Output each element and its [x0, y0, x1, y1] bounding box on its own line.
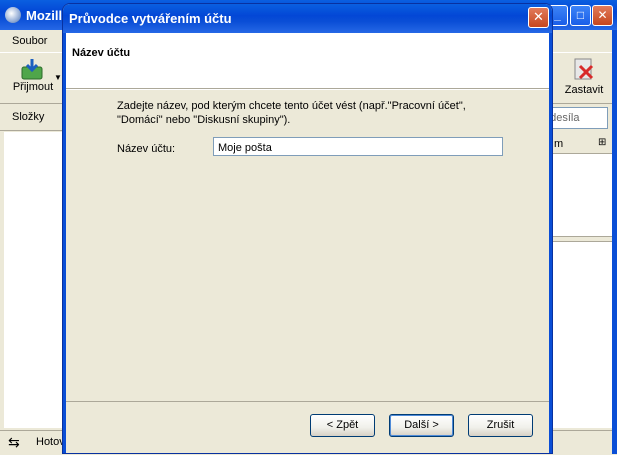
stop-icon [574, 58, 594, 80]
header-divider [66, 89, 549, 90]
receive-mail-icon [20, 57, 46, 81]
window-frame-right [612, 30, 617, 454]
receive-label: Přijmout [12, 81, 54, 93]
dialog-close-button[interactable]: ✕ [528, 7, 549, 28]
window-close-button[interactable]: ✕ [592, 5, 613, 26]
cancel-button[interactable]: Zrušit [468, 414, 533, 437]
stop-button[interactable]: Zastavit [558, 57, 610, 96]
button-divider [66, 401, 549, 402]
folder-pane [4, 132, 64, 428]
stop-label: Zastavit [564, 84, 604, 96]
offline-status-icon[interactable]: ⇆ [8, 434, 20, 451]
column-picker-icon[interactable]: ⊞ [598, 137, 606, 148]
folders-header: Složky [0, 104, 64, 131]
page-description: Zadejte název, pod kterým chcete tento ú… [117, 100, 466, 126]
status-text: Hotov [36, 436, 65, 448]
message-list [552, 136, 612, 428]
dialog-title-bar: Průvodce vytvářením účtu ✕ [63, 4, 552, 33]
account-wizard-dialog: Průvodce vytvářením účtu ✕ Název účtu Za… [62, 3, 553, 454]
message-list-header: m ⊞ [552, 136, 612, 154]
menu-item-soubor[interactable]: Soubor [12, 35, 47, 47]
dialog-frame-left [63, 33, 66, 453]
receive-dropdown-icon[interactable]: ▼ [54, 73, 62, 82]
account-name-label: Název účtu: [117, 143, 176, 155]
back-button[interactable]: < Zpět [310, 414, 375, 437]
wizard-page-header: Název účtu [66, 33, 549, 89]
receive-button[interactable]: Přijmout [8, 57, 58, 93]
column-header[interactable]: m [554, 138, 563, 150]
background-window-title: Mozill [26, 8, 63, 23]
maximize-button[interactable]: □ [570, 5, 591, 26]
page-title: Název účtu [72, 47, 131, 59]
dialog-title: Průvodce vytvářením účtu [69, 11, 232, 26]
dialog-frame-right [549, 33, 552, 453]
account-name-input[interactable] [213, 137, 503, 156]
mozilla-app-icon [5, 7, 21, 23]
folders-label: Složky [12, 111, 45, 123]
next-button[interactable]: Další > [389, 414, 454, 437]
pane-splitter[interactable] [552, 236, 612, 242]
